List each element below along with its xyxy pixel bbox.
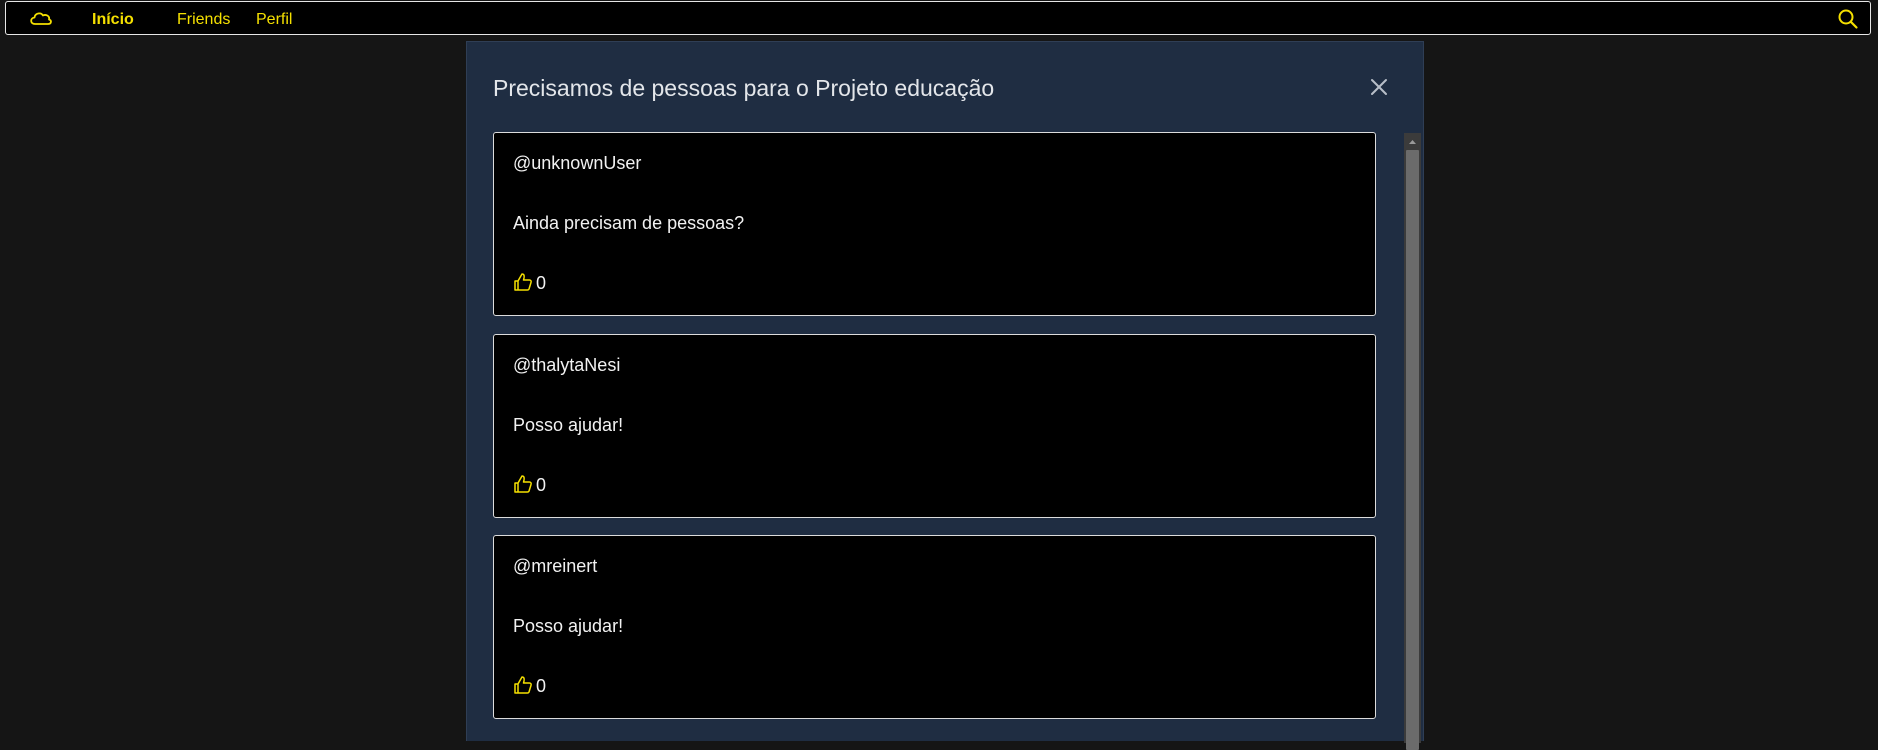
thumbs-up-icon[interactable] [513, 272, 533, 292]
comment-text: Posso ajudar! [513, 616, 624, 636]
comment-username[interactable]: @mreinert [513, 556, 597, 577]
comment-card: @unknownUser Ainda precisam de pessoas? … [493, 132, 1376, 316]
comment-text: Ainda precisam de pessoas? [513, 213, 745, 233]
modal-title: Precisamos de pessoas para o Projeto edu… [493, 75, 995, 101]
comments-modal: Precisamos de pessoas para o Projeto edu… [466, 41, 1424, 750]
close-icon[interactable] [1368, 76, 1390, 98]
nav-link-inicio[interactable]: Início [92, 11, 134, 29]
nav-link-friends[interactable]: Friends [177, 11, 230, 29]
comment-text: Posso ajudar! [513, 415, 624, 435]
thumbs-up-icon[interactable] [513, 474, 533, 494]
like-count: 0 [536, 676, 547, 696]
comment-username[interactable]: @unknownUser [513, 153, 641, 174]
thumbs-up-icon[interactable] [513, 675, 533, 695]
like-count: 0 [536, 273, 547, 293]
comment-card: @thalytaNesi Posso ajudar! 0 [493, 334, 1376, 518]
top-navbar: Início Friends Perfil [5, 1, 1871, 35]
cloud-icon[interactable] [26, 9, 58, 29]
comment-username[interactable]: @thalytaNesi [513, 355, 620, 376]
like-count: 0 [536, 475, 547, 495]
scrollbar-thumb[interactable] [1406, 150, 1419, 750]
modal-scrollbar[interactable] [1404, 133, 1421, 750]
comment-card: @mreinert Posso ajudar! 0 [493, 535, 1376, 719]
scroll-up-arrow-icon[interactable] [1404, 133, 1421, 150]
search-icon[interactable] [1836, 7, 1860, 31]
nav-link-perfil[interactable]: Perfil [256, 11, 292, 29]
